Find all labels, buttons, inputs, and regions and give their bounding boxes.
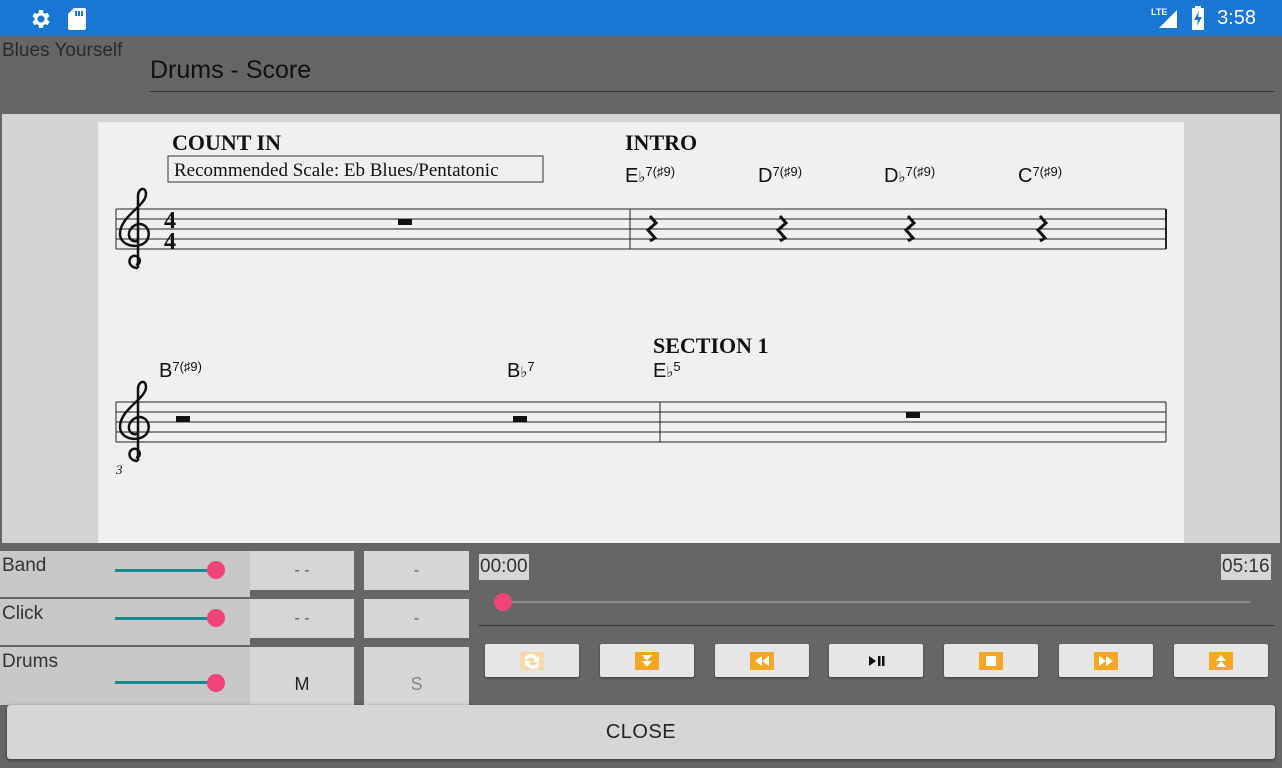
solo-button[interactable]: - — [364, 599, 469, 638]
stop-button[interactable] — [944, 644, 1038, 677]
loop-button[interactable] — [485, 644, 579, 677]
app-name: Blues Yourself — [2, 40, 123, 61]
stop-icon — [979, 651, 1003, 670]
svg-text:LTE: LTE — [1151, 7, 1167, 17]
loop-icon — [520, 651, 544, 670]
score-page[interactable]: COUNT IN Recommended Scale: Eb Blues/Pen… — [98, 122, 1184, 543]
total-time: 05:16 — [1221, 554, 1271, 580]
treble-clef-icon — [118, 380, 150, 463]
current-time: 00:00 — [479, 554, 529, 580]
chord-symbol: D♭7(♯9) — [884, 164, 935, 187]
volume-slider-thumb[interactable] — [207, 609, 225, 627]
whole-rest — [398, 219, 412, 225]
skip-down-button[interactable] — [600, 644, 694, 677]
recommended-scale-label: Recommended Scale: Eb Blues/Pentatonic — [174, 160, 499, 181]
play-pause-button[interactable] — [829, 644, 923, 677]
close-button[interactable]: CLOSE — [7, 705, 1275, 759]
score-sheet: COUNT IN Recommended Scale: Eb Blues/Pen… — [115, 130, 1167, 477]
fast-forward-button[interactable] — [1059, 644, 1153, 677]
whole-rest — [906, 412, 920, 418]
measure-number: 3 — [115, 462, 123, 477]
chord-symbol: C7(♯9) — [1018, 164, 1062, 187]
seek-slider-thumb[interactable] — [494, 593, 512, 611]
volume-slider-track[interactable] — [115, 681, 215, 684]
mute-button[interactable]: M — [250, 647, 354, 705]
track-label: Click — [2, 603, 44, 624]
mixer-row-click: Click — [0, 599, 250, 645]
solo-button[interactable]: - — [364, 551, 469, 590]
rewind-icon — [750, 651, 774, 670]
half-rest — [176, 416, 190, 422]
score-title: Drums - Score — [150, 56, 312, 84]
mixer-row-band: Band — [0, 551, 250, 597]
count-in-label: COUNT IN — [172, 130, 281, 155]
status-bar: LTE 3:58 — [0, 0, 1282, 36]
mute-button[interactable]: - - — [250, 551, 354, 590]
rewind-button[interactable] — [715, 644, 809, 677]
app-header: Blues Yourself Drums - Score — [0, 36, 1282, 114]
chord-symbol: B♭7 — [507, 359, 535, 382]
play-pause-icon — [869, 655, 885, 666]
track-label: Drums — [2, 651, 58, 672]
chord-symbol: E♭7(♯9) — [625, 164, 675, 187]
transport-divider — [479, 625, 1274, 626]
staff-system-1 — [115, 208, 1167, 250]
skip-up-icon — [1209, 651, 1233, 670]
chord-symbol: D7(♯9) — [758, 164, 802, 187]
fast-forward-icon — [1094, 651, 1118, 670]
time-signature-bottom: 4 — [164, 229, 176, 255]
mute-button[interactable]: - - — [250, 599, 354, 638]
chord-symbol: B7(♯9) — [159, 359, 202, 382]
settings-gear-icon — [32, 10, 50, 28]
skip-up-button[interactable] — [1174, 644, 1268, 677]
treble-clef-icon — [118, 187, 150, 270]
seek-slider-track[interactable] — [496, 601, 1250, 603]
staff-system-2 — [115, 401, 1167, 443]
intro-label: INTRO — [625, 130, 697, 155]
skip-down-icon — [635, 651, 659, 670]
battery-charging-icon — [1192, 6, 1205, 30]
section-1-label: SECTION 1 — [653, 333, 769, 358]
volume-slider-thumb[interactable] — [207, 674, 225, 692]
volume-slider-track[interactable] — [115, 569, 215, 572]
sd-card-icon — [68, 8, 86, 30]
mixer-row-drums: Drums — [0, 647, 250, 705]
half-rest — [513, 416, 527, 422]
solo-button[interactable]: S — [364, 647, 469, 705]
volume-slider-track[interactable] — [115, 617, 215, 620]
title-underline — [150, 91, 1274, 92]
lte-signal-icon: LTE — [1151, 7, 1178, 28]
status-time: 3:58 — [1217, 6, 1256, 29]
track-label: Band — [2, 555, 47, 576]
volume-slider-thumb[interactable] — [207, 561, 225, 579]
chord-symbol: E♭5 — [653, 359, 681, 382]
